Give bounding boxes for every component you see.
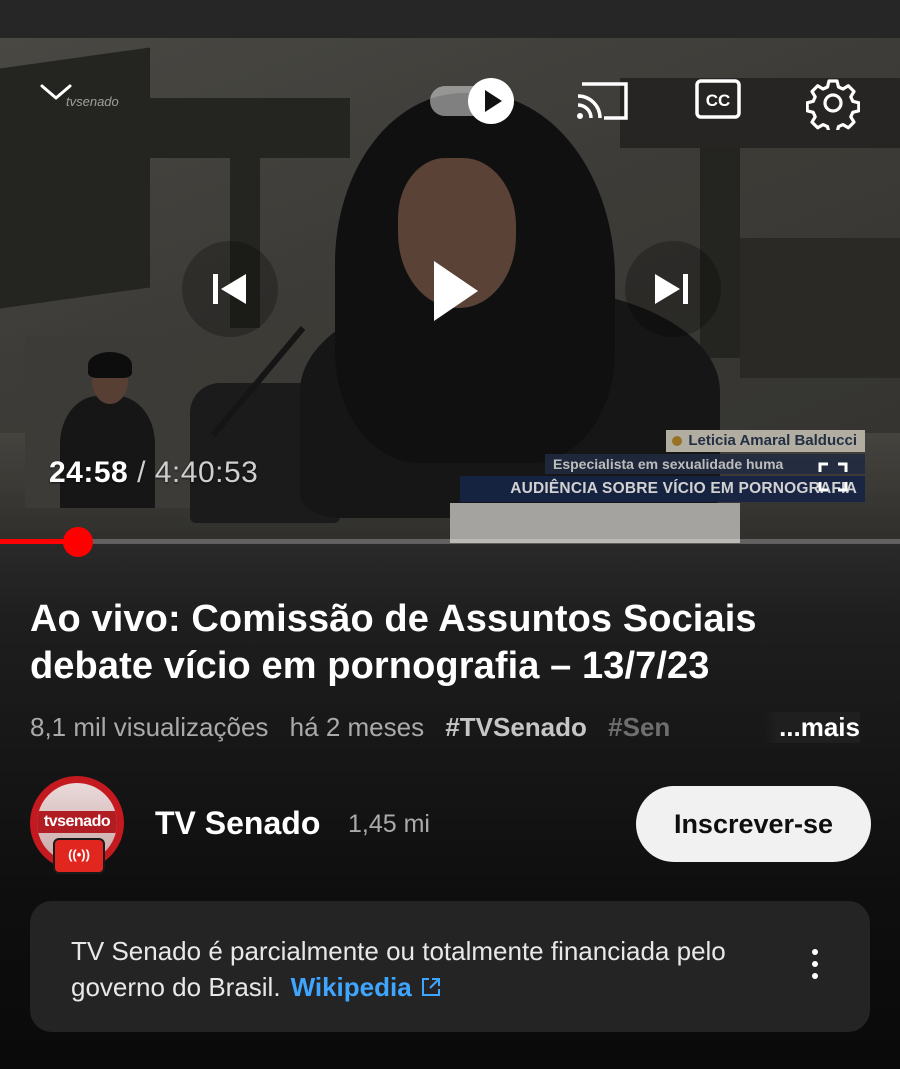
funding-info-text: TV Senado é parcialmente ou totalmente f… (71, 933, 801, 1005)
next-icon (655, 274, 688, 304)
wikipedia-link[interactable]: Wikipedia (291, 972, 442, 1002)
funding-info-panel: TV Senado é parcialmente ou totalmente f… (30, 901, 870, 1032)
wikipedia-link-label: Wikipedia (290, 972, 412, 1002)
channel-avatar[interactable]: tvsenado ((•)) (30, 776, 124, 874)
play-icon[interactable] (406, 243, 502, 339)
gear-icon[interactable] (806, 76, 860, 130)
more-link[interactable]: ...mais (763, 712, 860, 743)
fullscreen-icon[interactable] (818, 462, 848, 492)
more-options-icon[interactable] (810, 949, 820, 983)
avatar-logo-text: tvsenado (37, 811, 117, 833)
cc-icon[interactable]: CC (694, 78, 742, 120)
hashtag-link[interactable]: #TVSenado (445, 712, 587, 742)
progress-scrubber[interactable] (63, 527, 94, 557)
svg-text:CC: CC (706, 91, 731, 110)
time-display: 24:58 / 4:40:53 (49, 456, 258, 490)
autoplay-toggle-icon (468, 78, 514, 124)
subscribe-button[interactable]: Inscrever-se (636, 786, 871, 862)
duration: 4:40:53 (154, 456, 259, 489)
previous-button[interactable] (182, 241, 278, 337)
hashtag-link[interactable]: #Sen (608, 712, 670, 742)
current-time: 24:58 (49, 456, 129, 489)
autoplay-toggle[interactable] (428, 78, 518, 124)
view-count: 8,1 mil visualizações (30, 712, 269, 742)
video-meta[interactable]: 8,1 mil visualizações há 2 meses #TVSena… (30, 712, 860, 748)
channel-name[interactable]: TV Senado (155, 805, 320, 842)
channel-watermark: tvsenado (66, 94, 119, 109)
next-button[interactable] (625, 241, 721, 337)
status-strip (0, 0, 900, 40)
live-badge: ((•)) (53, 838, 105, 874)
upload-age: há 2 meses (289, 712, 425, 742)
subscriber-count: 1,45 mi (348, 810, 430, 838)
cast-icon[interactable] (574, 76, 632, 124)
progress-bar[interactable] (0, 539, 900, 544)
time-separator: / (128, 456, 155, 489)
external-link-icon (421, 978, 440, 996)
previous-icon (213, 274, 246, 304)
video-title[interactable]: Ao vivo: Comissão de Assuntos Sociais de… (30, 596, 880, 690)
video-player[interactable]: Leticia Amaral Balducci Especialista em … (0, 38, 900, 543)
